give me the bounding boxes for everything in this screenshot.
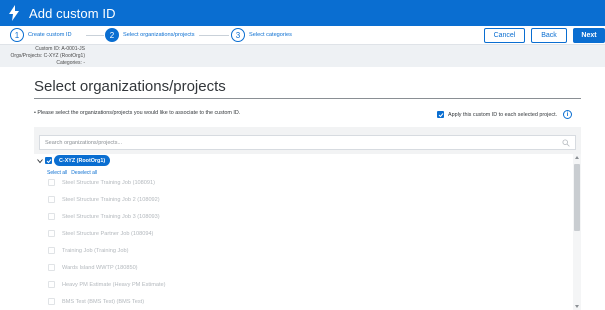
apply-to-each-checkbox[interactable] xyxy=(437,111,444,118)
wizard-step-bar: 1 Create custom ID 2 Select organization… xyxy=(0,26,605,45)
item-checkbox[interactable] xyxy=(48,213,55,220)
orgs-summary: Orgs/Projects: C-XYZ (RootOrg1) xyxy=(10,53,85,59)
item-checkbox[interactable] xyxy=(48,247,55,254)
apply-to-each-option: Apply this custom ID to each selected pr… xyxy=(437,110,573,119)
step-connector xyxy=(199,35,229,36)
search-placeholder: Search organizations/projects... xyxy=(45,140,123,146)
check-icon xyxy=(438,112,443,117)
apply-to-each-label: Apply this custom ID to each selected pr… xyxy=(448,111,558,118)
list-item[interactable]: Heavy PM Estimate (Heavy PM Estimate) xyxy=(48,281,166,288)
next-button[interactable]: Next xyxy=(573,28,605,43)
item-checkbox[interactable] xyxy=(48,196,55,203)
summary-panel: Custom ID: A-0001-JS Orgs/Projects: C-XY… xyxy=(0,45,605,67)
item-checkbox[interactable] xyxy=(48,230,55,237)
search-input[interactable]: Search organizations/projects... xyxy=(39,135,576,150)
step-number: 1 xyxy=(10,28,24,42)
list-item[interactable]: Wards Island WWTP (180850) xyxy=(48,264,138,271)
item-label: Wards Island WWTP (180850) xyxy=(62,264,138,271)
list-item[interactable]: Training Job (Training Job) xyxy=(48,247,128,254)
item-checkbox[interactable] xyxy=(48,298,55,305)
scroll-up-icon[interactable] xyxy=(574,155,580,160)
step-label: Select categories xyxy=(249,32,292,38)
list-item[interactable]: Steel Structure Training Job 3 (108093) xyxy=(48,213,160,220)
section-heading: Select organizations/projects xyxy=(34,78,226,95)
divider xyxy=(34,98,581,99)
item-label: Heavy PM Estimate (Heavy PM Estimate) xyxy=(62,281,166,288)
title-bar: Add custom ID xyxy=(0,0,605,26)
select-all-link[interactable]: Select all xyxy=(47,170,67,176)
step-connector xyxy=(86,35,104,36)
item-label: Steel Structure Training Job 3 (108093) xyxy=(62,213,160,220)
list-item[interactable]: Steel Structure Partner Job (108094) xyxy=(48,230,153,237)
scrollbar-thumb[interactable] xyxy=(574,164,580,231)
instruction-text: • Please select the organizations/projec… xyxy=(34,110,241,116)
org-tree: C-XYZ (RootOrg1) Select all Deselect all … xyxy=(34,154,574,310)
categories-summary: Categories: - xyxy=(56,60,85,66)
item-checkbox[interactable] xyxy=(48,281,55,288)
item-label: Steel Structure Training Job (108091) xyxy=(62,179,155,186)
bulk-select-links: Select all Deselect all xyxy=(47,170,101,176)
cancel-button[interactable]: Cancel xyxy=(484,28,525,43)
info-icon[interactable]: i xyxy=(563,110,573,119)
step-label: Create custom ID xyxy=(28,32,72,38)
step-select-organizations[interactable]: 2 Select organizations/projects xyxy=(105,28,195,42)
list-item[interactable]: Steel Structure Training Job 2 (108092) xyxy=(48,196,160,203)
step-number: 2 xyxy=(105,28,119,42)
back-button[interactable]: Back xyxy=(531,28,567,43)
root-org-checkbox[interactable] xyxy=(45,157,52,164)
org-selection-panel: Search organizations/projects... C-XYZ (… xyxy=(34,127,581,310)
item-label: Steel Structure Training Job 2 (108092) xyxy=(62,196,160,203)
item-checkbox[interactable] xyxy=(48,264,55,271)
custom-id-summary: Custom ID: A-0001-JS xyxy=(35,46,85,52)
item-label: BMS Test (BMS Test) (BMS Test) xyxy=(62,298,145,305)
scrollbar[interactable] xyxy=(573,154,581,310)
item-checkbox[interactable] xyxy=(48,179,55,186)
list-item[interactable]: Steel Structure Training Job (108091) xyxy=(48,179,155,186)
page-title: Add custom ID xyxy=(29,5,116,21)
scroll-down-icon[interactable] xyxy=(574,304,580,309)
step-label: Select organizations/projects xyxy=(123,32,195,38)
deselect-all-link[interactable]: Deselect all xyxy=(71,170,97,176)
item-label: Steel Structure Partner Job (108094) xyxy=(62,230,154,237)
step-select-categories[interactable]: 3 Select categories xyxy=(231,28,292,42)
check-icon xyxy=(46,158,51,163)
search-icon[interactable] xyxy=(562,139,570,147)
root-org-label[interactable]: C-XYZ (RootOrg1) xyxy=(54,155,111,166)
list-item[interactable]: BMS Test (BMS Test) (BMS Test) xyxy=(48,298,144,305)
bolt-icon xyxy=(9,5,19,21)
item-label: Training Job (Training Job) xyxy=(62,247,129,254)
step-create-custom-id[interactable]: 1 Create custom ID xyxy=(10,28,72,42)
chevron-down-icon[interactable] xyxy=(37,158,43,164)
step-number: 3 xyxy=(231,28,245,42)
